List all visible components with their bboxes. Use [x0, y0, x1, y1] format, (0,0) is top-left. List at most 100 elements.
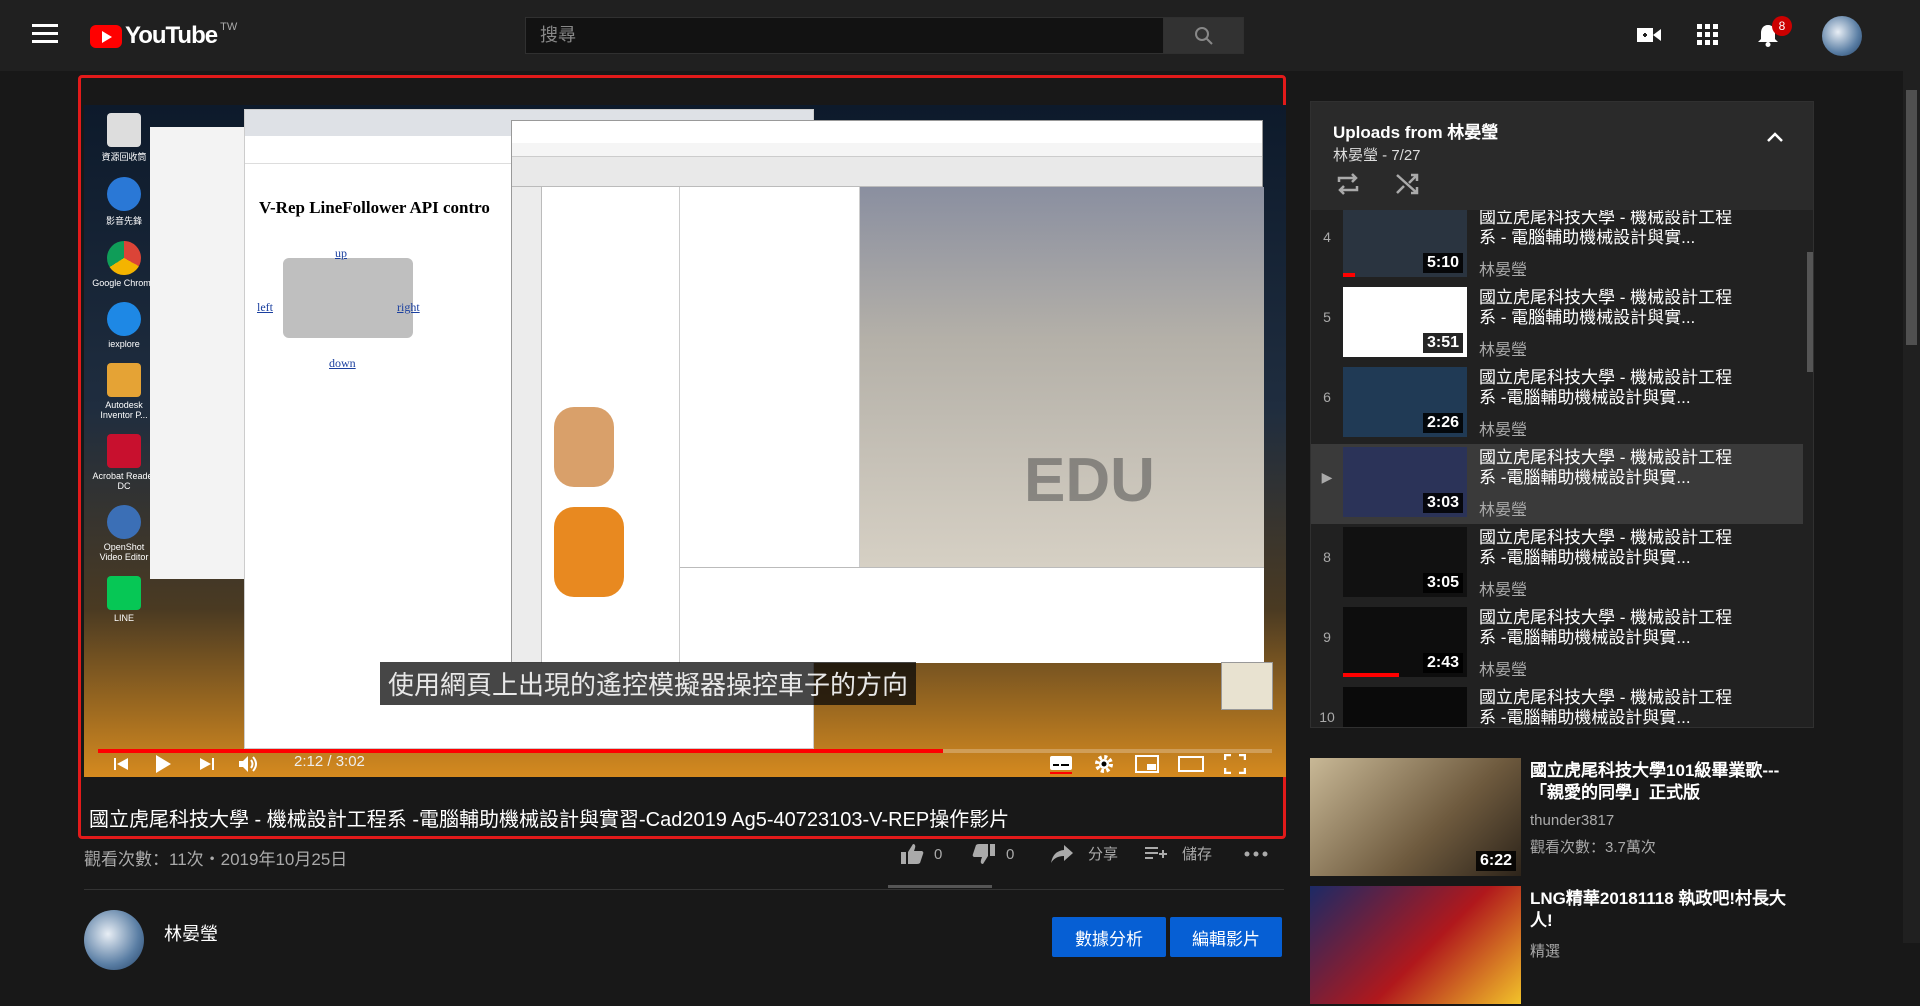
playlist-panel: Uploads from 林晏瑩 林晏瑩 - 7/27 4 5:10 國立虎尾科技大…	[1310, 101, 1814, 728]
desktop-icon-label: 影音先鋒	[105, 216, 142, 226]
page-scrollbar[interactable]	[1903, 70, 1920, 943]
hamburger-menu-icon[interactable]	[32, 24, 58, 46]
recommended-video[interactable]: 6:22 國立虎尾科技大學101級畢業歌---「親愛的同學」正式版 thunde…	[1310, 758, 1814, 878]
desktop-icon-label: 資源回收筒	[101, 152, 147, 162]
video-player-frame: 資源回收筒 影音先鋒 Google Chrome iexplore Autode…	[78, 75, 1286, 839]
playlist-thumbnail[interactable]: 5:10	[1343, 210, 1467, 277]
dislike-button[interactable]: 0	[972, 843, 1014, 865]
youtube-logo[interactable]: YouTube TW	[90, 21, 237, 49]
fullscreen-icon[interactable]	[1220, 749, 1250, 777]
playlist-thumbnail[interactable]: 3:05	[1343, 527, 1467, 597]
masthead: YouTube TW 8	[0, 0, 1920, 71]
channel-avatar[interactable]	[84, 910, 144, 970]
playlist-index: 9	[1323, 629, 1331, 645]
video-subtitle: 使用網頁上出現的遙控模擬器操控車子的方向	[380, 662, 917, 705]
loop-icon[interactable]	[1335, 172, 1361, 201]
playlist-item[interactable]: 8 3:05 國立虎尾科技大學 - 機械設計工程系 -電腦輔助機械設計與實... 林晏…	[1311, 524, 1803, 604]
share-label: 分享	[1088, 846, 1119, 863]
playlist-thumbnail[interactable]: 3:03	[1343, 447, 1467, 517]
inventor-icon	[107, 363, 141, 397]
playlist-item-channel: 林晏瑩	[1479, 582, 1528, 599]
playlist-item-title[interactable]: 國立虎尾科技大學 - 機械設計工程系 -電腦輔助機械設計與實...	[1479, 608, 1741, 648]
playlist-header: Uploads from 林晏瑩 林晏瑩 - 7/27	[1311, 102, 1813, 210]
play-icon[interactable]	[148, 749, 178, 777]
recommended-thumbnail[interactable]	[1310, 886, 1521, 1004]
apps-grid-icon[interactable]	[1693, 20, 1723, 50]
playlist-thumbnail[interactable]: 2:26	[1343, 367, 1467, 437]
playlist-item-title[interactable]: 國立虎尾科技大學 - 機械設計工程系 -電腦輔助機械設計與實...	[1479, 448, 1741, 488]
channel-name[interactable]: 林晏瑩	[164, 920, 218, 946]
subtitles-icon[interactable]	[1046, 749, 1076, 777]
vrep-scene-hierarchy	[680, 187, 860, 567]
playlist-item-title[interactable]: 國立虎尾科技大學 - 機械設計工程系 - 電腦輔助機械設計與實...	[1479, 288, 1741, 328]
next-icon[interactable]	[192, 749, 222, 777]
control-left-link: left	[257, 300, 273, 314]
playlist-scrollbar[interactable]	[1807, 252, 1813, 372]
openshot-icon	[107, 505, 141, 539]
recommended-views: 觀看次數：3.7萬次	[1530, 839, 1656, 856]
search-button[interactable]	[1163, 18, 1243, 53]
desktop-icon-label: iexplore	[108, 339, 140, 349]
playlist-item[interactable]: 4 5:10 國立虎尾科技大學 - 機械設計工程系 - 電腦輔助機械設計與實... 林…	[1311, 210, 1803, 284]
video-player[interactable]: 資源回收筒 影音先鋒 Google Chrome iexplore Autode…	[84, 105, 1286, 777]
playlist-item-channel: 林晏瑩	[1479, 422, 1528, 439]
collapse-chevron-icon[interactable]	[1763, 126, 1787, 150]
playlist-item-title[interactable]: 國立虎尾科技大學 - 機械設計工程系 -電腦輔助機械設計與實...	[1479, 528, 1741, 568]
video-duration: 3:05	[1422, 573, 1463, 593]
playlist-item[interactable]: ▶ 3:03 國立虎尾科技大學 - 機械設計工程系 -電腦輔助機械設計與實... 林晏…	[1311, 444, 1803, 524]
thumbs-down-icon	[972, 844, 995, 864]
recommended-title[interactable]: LNG精華20181118 執政吧!村長大人!	[1530, 888, 1800, 932]
share-button[interactable]: 分享	[1050, 843, 1118, 864]
playlist-item[interactable]: 6 2:26 國立虎尾科技大學 - 機械設計工程系 -電腦輔助機械設計與實... 林晏…	[1311, 364, 1803, 444]
add-to-playlist-icon	[1145, 846, 1167, 859]
video-duration: 6:22	[1475, 851, 1516, 871]
playlist-thumbnail[interactable]: 2:15	[1343, 687, 1467, 727]
search-input[interactable]	[526, 18, 1163, 53]
playlist-title[interactable]: Uploads from 林晏瑩	[1333, 118, 1498, 143]
more-actions-icon[interactable]	[1244, 851, 1268, 857]
edit-video-button[interactable]: 編輯影片	[1170, 917, 1282, 957]
like-ratio-bar	[888, 885, 992, 888]
video-duration: 2:43	[1422, 653, 1463, 673]
shuffle-icon[interactable]	[1395, 172, 1421, 201]
player-controls: 2:12 / 3:02	[84, 753, 1286, 777]
analytics-button[interactable]: 數據分析	[1052, 917, 1166, 957]
desktop-icon: Autodesk Inventor P...	[92, 363, 156, 420]
playlist-item[interactable]: 5 3:51 國立虎尾科技大學 - 機械設計工程系 - 電腦輔助機械設計與實... 林…	[1311, 284, 1803, 364]
like-button[interactable]: 0	[900, 843, 942, 865]
control-down-link: down	[329, 356, 356, 370]
settings-gear-icon[interactable]	[1089, 749, 1119, 777]
desktop-icon-label: Autodesk Inventor P...	[100, 400, 148, 420]
playlist-item-title[interactable]: 國立虎尾科技大學 - 機械設計工程系 - 電腦輔助機械設計與實...	[1479, 210, 1741, 248]
playlist-item-title[interactable]: 國立虎尾科技大學 - 機械設計工程系 -電腦輔助機械設計與實...	[1479, 368, 1741, 408]
recommended-video[interactable]: LNG精華20181118 執政吧!村長大人! 精選	[1310, 886, 1814, 1006]
playlist-thumbnail[interactable]: 2:43	[1343, 607, 1467, 677]
share-icon	[1051, 844, 1073, 863]
edu-watermark: EDU	[1024, 446, 1155, 515]
youtube-play-icon	[90, 24, 122, 48]
playlist-thumbnail[interactable]: 3:51	[1343, 287, 1467, 357]
acrobat-icon	[107, 434, 141, 468]
create-video-icon[interactable]	[1634, 20, 1664, 50]
recommended-channel: thunder3817	[1530, 812, 1615, 829]
thumbs-up-icon	[901, 844, 924, 864]
desktop-icon: 資源回收筒	[92, 113, 156, 163]
line-icon	[107, 576, 141, 610]
playlist-items: 4 5:10 國立虎尾科技大學 - 機械設計工程系 - 電腦輔助機械設計與實... 林…	[1311, 210, 1813, 727]
video-duration: 2:26	[1422, 413, 1463, 433]
playlist-item-title[interactable]: 國立虎尾科技大學 - 機械設計工程系 -電腦輔助機械設計與實...	[1479, 688, 1741, 727]
desktop-icon: LINE	[92, 576, 156, 623]
playlist-item[interactable]: 102:15國立虎尾科技大學 - 機械設計工程系 -電腦輔助機械設計與實...林…	[1311, 684, 1803, 727]
recommended-thumbnail[interactable]: 6:22	[1310, 758, 1521, 876]
playlist-item[interactable]: 9 2:43 國立虎尾科技大學 - 機械設計工程系 -電腦輔助機械設計與實... 林晏…	[1311, 604, 1803, 684]
page-scroll-thumb[interactable]	[1906, 90, 1917, 345]
vrep-console	[680, 567, 1264, 663]
previous-icon[interactable]	[106, 749, 136, 777]
playlist-item-channel: 林晏瑩	[1479, 342, 1528, 359]
volume-icon[interactable]	[234, 749, 264, 777]
account-avatar[interactable]	[1822, 16, 1862, 56]
theater-mode-icon[interactable]	[1176, 749, 1206, 777]
miniplayer-icon[interactable]	[1132, 749, 1162, 777]
save-button[interactable]: 儲存	[1144, 843, 1212, 864]
recommended-title[interactable]: 國立虎尾科技大學101級畢業歌---「親愛的同學」正式版	[1530, 760, 1800, 804]
